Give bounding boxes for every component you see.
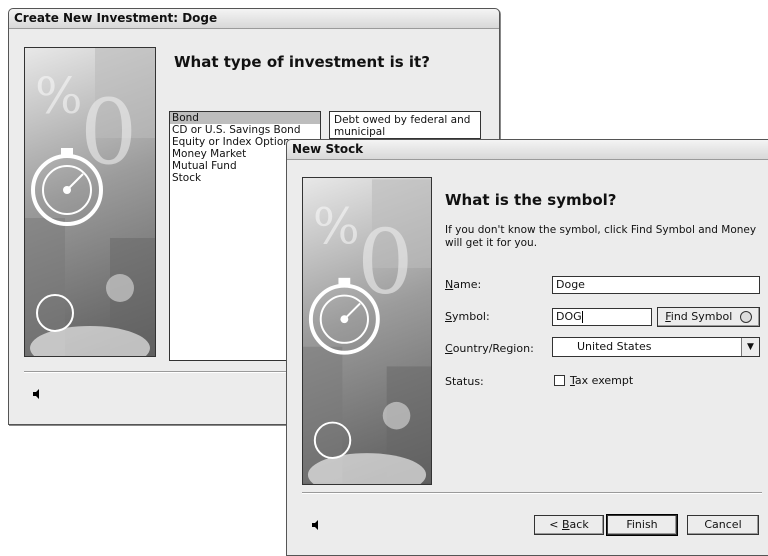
symbol-heading: What is the symbol? xyxy=(445,191,617,209)
back-button[interactable]: < Back xyxy=(534,515,604,535)
help-text: If you don't know the symbol, click Find… xyxy=(445,224,757,249)
svg-text:0: 0 xyxy=(357,211,413,314)
status-label: Status: xyxy=(445,375,484,388)
tax-exempt-label[interactable]: Tax exempt xyxy=(570,374,633,387)
dialog-separator xyxy=(302,492,762,494)
investment-type-item[interactable]: CD or U.S. Savings Bond xyxy=(170,124,320,136)
name-field[interactable]: Doge xyxy=(552,276,760,294)
cancel-button[interactable]: Cancel xyxy=(687,515,759,535)
investment-description: Debt owed by federal and municipal xyxy=(329,111,481,139)
stopwatch-art-image: 0 % xyxy=(303,179,431,484)
text-cursor xyxy=(581,311,583,323)
stopwatch-art-image: 0 % xyxy=(25,48,155,356)
svg-text:%: % xyxy=(313,197,360,255)
tax-exempt-checkbox[interactable] xyxy=(554,375,565,386)
symbol-value: DOG xyxy=(556,310,582,323)
country-dropdown[interactable]: United States ▼ xyxy=(552,337,760,357)
svg-text:0: 0 xyxy=(80,80,137,185)
investment-type-heading: What type of investment is it? xyxy=(174,53,430,71)
speaker-icon[interactable] xyxy=(33,389,39,399)
find-symbol-button[interactable]: Find Symbol xyxy=(657,307,760,327)
country-value: United States xyxy=(577,340,652,353)
speaker-icon[interactable] xyxy=(312,520,318,530)
name-label: Name: xyxy=(445,278,482,291)
globe-icon xyxy=(739,311,752,323)
country-label: Country/Region: xyxy=(445,342,534,355)
symbol-field[interactable]: DOG xyxy=(552,308,652,326)
chevron-down-icon[interactable]: ▼ xyxy=(741,338,759,356)
investment-type-item[interactable]: Bond xyxy=(170,112,320,124)
symbol-label: Symbol: xyxy=(445,310,490,323)
svg-text:%: % xyxy=(35,67,83,125)
dialog-titlebar[interactable]: Create New Investment: Doge xyxy=(9,9,499,29)
finish-button[interactable]: Finish xyxy=(606,514,678,536)
new-stock-dialog: New Stock 0 % What is the symbol? If you… xyxy=(286,139,768,556)
decorative-art-panel: 0 % xyxy=(302,177,432,485)
decorative-art-panel: 0 % xyxy=(24,47,156,357)
dialog-titlebar[interactable]: New Stock xyxy=(287,140,768,160)
